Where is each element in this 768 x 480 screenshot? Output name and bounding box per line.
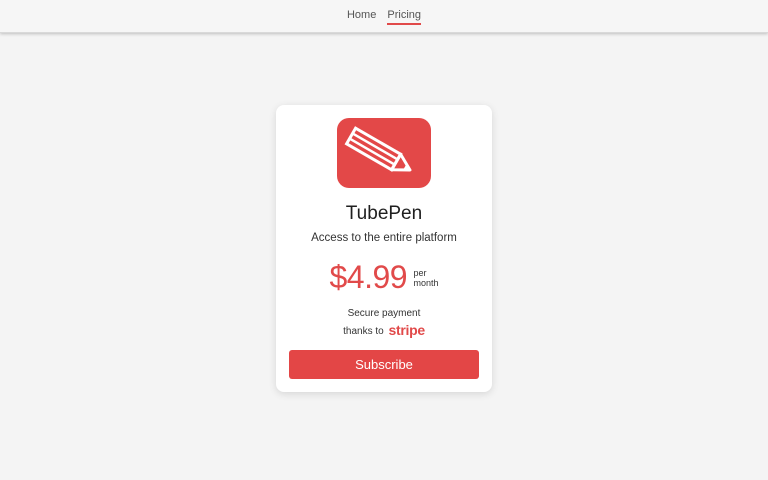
price-period: per month bbox=[414, 268, 439, 288]
price-period-month: month bbox=[413, 277, 439, 288]
nav-home-link[interactable]: Home bbox=[347, 9, 376, 23]
nav-pricing-link[interactable]: Pricing bbox=[387, 9, 422, 25]
subscribe-button[interactable]: Subscribe bbox=[289, 350, 479, 379]
nav-links: Home Pricing bbox=[0, 9, 768, 25]
pricing-card: TubePen Access to the entire platform $4… bbox=[276, 105, 492, 392]
product-name: TubePen bbox=[345, 203, 423, 224]
thanks-to-text: thanks to bbox=[343, 326, 384, 337]
stripe-logo: stripe bbox=[388, 322, 426, 338]
price-amount: $4.99 bbox=[329, 259, 408, 295]
secure-payment-text: Secure payment bbox=[347, 308, 421, 319]
price-period-per: per bbox=[413, 267, 427, 278]
pencil-logo-icon bbox=[337, 118, 431, 188]
product-description: Access to the entire platform bbox=[311, 232, 457, 244]
top-navbar: Home Pricing bbox=[0, 0, 768, 33]
price-row: $4.99 per month bbox=[276, 259, 492, 296]
secure-payment-note: Secure payment thanks to stripe bbox=[276, 306, 492, 340]
